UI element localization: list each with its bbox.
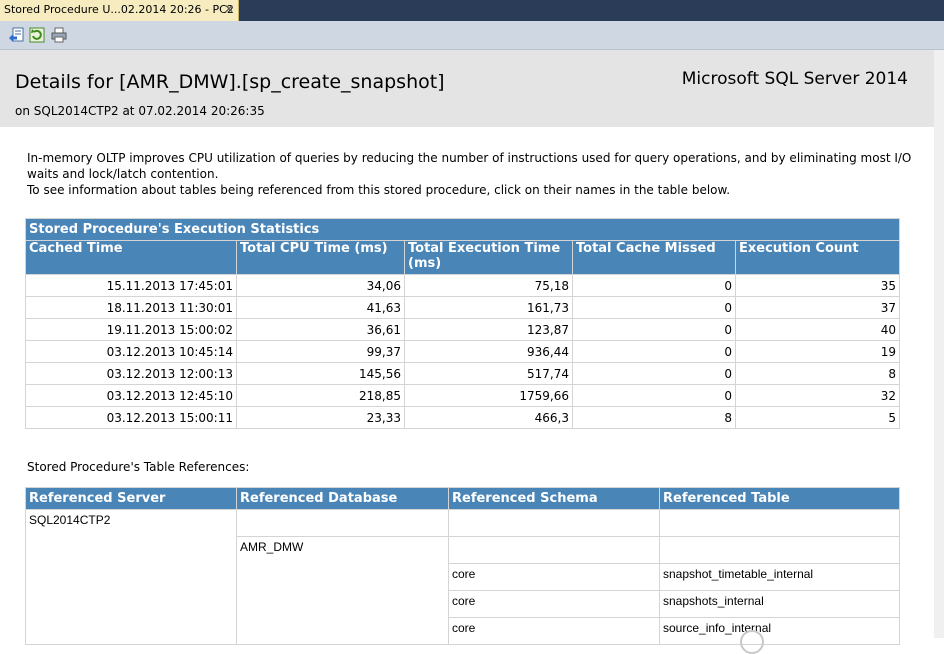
cache-missed-cell: 0 (572, 340, 736, 363)
cached-time-cell: 18.11.2013 11:30:01 (25, 296, 237, 319)
cache-missed-cell: 0 (572, 274, 736, 297)
empty-cell (448, 509, 660, 537)
cached-time-cell: 03.12.2013 12:00:13 (25, 362, 237, 385)
cached-time-cell: 03.12.2013 15:00:11 (25, 406, 237, 429)
column-header: Referenced Server (25, 487, 237, 510)
referenced-server-cell: SQL2014CTP2 (25, 509, 237, 645)
table-row: 03.12.2013 10:45:14 99,37 936,44 0 19 (25, 340, 901, 363)
execution-count-cell: 19 (734, 340, 901, 363)
tab-close-icon[interactable]: ✕ (224, 2, 234, 16)
print-icon[interactable] (51, 27, 67, 43)
execution-count-cell: 40 (734, 318, 901, 341)
table-row: 19.11.2013 15:00:02 36,61 123,87 0 40 (25, 318, 901, 341)
empty-cell (659, 509, 900, 537)
table-row: 15.11.2013 17:45:01 34,06 75,18 0 35 (25, 274, 901, 297)
intro-line-1: In-memory OLTP improves CPU utilization … (27, 151, 912, 181)
column-header: Referenced Database (236, 487, 449, 510)
refresh-icon[interactable] (29, 27, 45, 43)
empty-cell (448, 536, 660, 564)
page-subtitle: on SQL2014CTP2 at 07.02.2014 20:26:35 (15, 104, 265, 118)
page-title: Details for [AMR_DMW].[sp_create_snapsho… (15, 71, 445, 93)
tab-title: Stored Procedure U...02.2014 20:26 - PC2 (4, 3, 234, 16)
table-row: 03.12.2013 15:00:11 23,33 466,3 8 5 (25, 406, 901, 429)
referenced-schema-cell: core (448, 563, 660, 591)
empty-cell (659, 536, 900, 564)
execution-time-cell: 123,87 (404, 318, 573, 341)
execution-time-cell: 1759,66 (404, 384, 573, 407)
column-header: Total CPU Time (ms) (236, 240, 405, 275)
intro-line-2: To see information about tables being re… (27, 183, 731, 197)
execution-count-cell: 5 (734, 406, 901, 429)
execution-time-cell: 161,73 (404, 296, 573, 319)
cpu-time-cell: 36,61 (236, 318, 405, 341)
execution-count-cell: 35 (734, 274, 901, 297)
execution-time-cell: 517,74 (404, 362, 573, 385)
referenced-schema-cell: core (448, 590, 660, 618)
execution-statistics-table: Stored Procedure's Execution Statistics … (24, 218, 901, 429)
table-row: 03.12.2013 12:00:13 145,56 517,74 0 8 (25, 362, 901, 385)
cpu-time-cell: 23,33 (236, 406, 405, 429)
column-header: Referenced Schema (448, 487, 660, 510)
execution-time-cell: 75,18 (404, 274, 573, 297)
column-header: Referenced Table (659, 487, 900, 510)
execution-statistics-caption: Stored Procedure's Execution Statistics (24, 218, 901, 241)
execution-time-cell: 936,44 (404, 340, 573, 363)
table-references-label: Stored Procedure's Table References: (27, 460, 250, 474)
document-tab-strip: Stored Procedure U...02.2014 20:26 - PC2… (0, 0, 944, 21)
referenced-schema-cell: core (448, 617, 660, 645)
report-header: Details for [AMR_DMW].[sp_create_snapsho… (0, 50, 934, 127)
execution-count-cell: 32 (734, 384, 901, 407)
table-row: SQL2014CTP2 (25, 509, 900, 645)
cache-missed-cell: 0 (572, 384, 736, 407)
table-row: 03.12.2013 12:45:10 218,85 1759,66 0 32 (25, 384, 901, 407)
execution-time-cell: 466,3 (404, 406, 573, 429)
cached-time-cell: 03.12.2013 10:45:14 (25, 340, 237, 363)
vertical-scrollbar[interactable] (934, 50, 944, 638)
cache-missed-cell: 0 (572, 296, 736, 319)
cpu-time-cell: 41,63 (236, 296, 405, 319)
cache-missed-cell: 0 (572, 318, 736, 341)
referenced-table-link[interactable]: snapshots_internal (659, 590, 900, 618)
column-header: Total Execution Time (ms) (404, 240, 573, 275)
cpu-time-cell: 145,56 (236, 362, 405, 385)
cache-missed-cell: 0 (572, 362, 736, 385)
column-header: Total Cache Missed (572, 240, 736, 275)
referenced-database-cell: AMR_DMW (236, 536, 449, 645)
referenced-table-link[interactable]: snapshot_timetable_internal (659, 563, 900, 591)
execution-count-cell: 8 (734, 362, 901, 385)
cpu-time-cell: 218,85 (236, 384, 405, 407)
execution-count-cell: 37 (734, 296, 901, 319)
cached-time-cell: 03.12.2013 12:45:10 (25, 384, 237, 407)
cpu-time-cell: 34,06 (236, 274, 405, 297)
back-icon[interactable] (8, 27, 24, 43)
empty-cell (236, 509, 449, 537)
cpu-time-cell: 99,37 (236, 340, 405, 363)
intro-text: In-memory OLTP improves CPU utilization … (27, 150, 932, 198)
cache-missed-cell: 8 (572, 406, 736, 429)
cached-time-cell: 19.11.2013 15:00:02 (25, 318, 237, 341)
cached-time-cell: 15.11.2013 17:45:01 (25, 274, 237, 297)
report-toolbar (0, 21, 944, 50)
product-brand: Microsoft SQL Server 2014 (681, 69, 908, 89)
table-references-table: Referenced Server Referenced Database Re… (25, 487, 900, 645)
table-row: 18.11.2013 11:30:01 41,63 161,73 0 37 (25, 296, 901, 319)
document-tab[interactable]: Stored Procedure U...02.2014 20:26 - PC2… (0, 0, 239, 21)
busy-indicator-icon (740, 630, 764, 654)
referenced-table-link[interactable]: source_info_internal (659, 617, 900, 645)
column-header: Execution Count (734, 240, 901, 275)
column-header: Cached Time (25, 240, 237, 275)
